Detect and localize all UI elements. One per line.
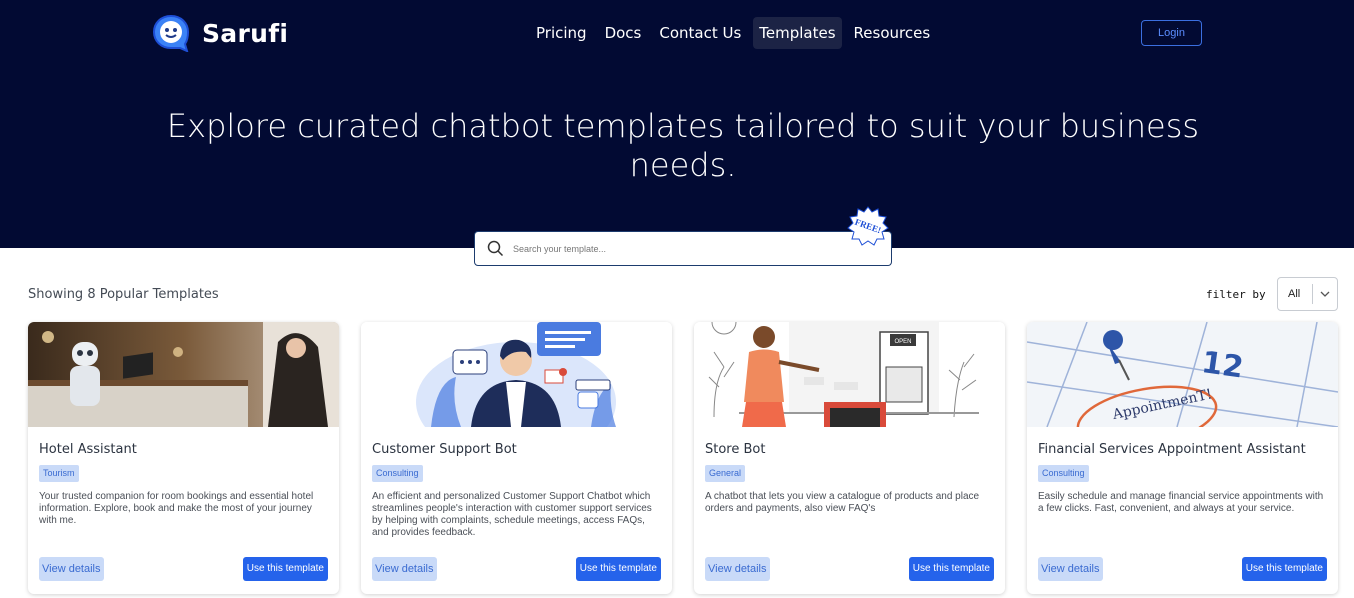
showing-count-text: Showing 8 Popular Templates [28,287,219,302]
card-tag: Consulting [372,465,423,482]
hero-headline: Explore curated chatbot templates tailor… [166,107,1200,184]
card-title: Financial Services Appointment Assistant [1038,442,1306,457]
view-details-button[interactable]: View details [1038,557,1103,581]
card-title: Store Bot [705,442,766,457]
search-icon [487,240,504,257]
card-title: Hotel Assistant [39,442,137,457]
template-card-financial-services[interactable]: 12 AppointmenT! Financial Services Appoi… [1027,322,1338,594]
card-tag: Consulting [1038,465,1089,482]
card-description: Easily schedule and manage financial ser… [1038,491,1324,514]
brand-logo[interactable]: Sarufi [152,14,288,52]
filter-select[interactable]: All [1277,277,1338,311]
main-nav: Pricing Docs Contact Us Templates Resour… [530,17,936,49]
use-template-button[interactable]: Use this template [908,557,994,581]
card-tag: Tourism [39,465,79,482]
free-badge-icon: FREE! [847,206,889,246]
use-template-button[interactable]: Use this template [242,557,328,581]
filter-value: All [1288,288,1301,300]
filter-label: filter by [1206,288,1266,301]
card-description: Your trusted companion for room bookings… [39,491,314,526]
search-box[interactable] [474,231,892,266]
template-card-hotel[interactable]: Hotel Assistant Tourism Your trusted com… [28,322,339,594]
view-details-button[interactable]: View details [372,557,437,581]
card-description: An efficient and personalized Customer S… [372,491,652,538]
use-template-button[interactable]: Use this template [575,557,661,581]
nav-resources[interactable]: Resources [848,17,937,49]
use-template-button[interactable]: Use this template [1241,557,1327,581]
card-description: A chatbot that lets you view a catalogue… [705,491,980,514]
card-image-financial-services: 12 AppointmenT! [1027,322,1338,427]
template-card-customer-support[interactable]: Customer Support Bot Consulting An effic… [361,322,672,594]
search-input[interactable] [513,232,873,265]
card-title: Customer Support Bot [372,442,517,457]
chatbot-logo-icon [152,14,190,52]
card-tag: General [705,465,746,482]
card-image-store-bot: OPEN [694,322,1005,427]
card-image-hotel [28,322,339,427]
chevron-down-icon [1313,291,1337,297]
calendar-day-number: 12 [1199,345,1245,385]
store-open-sign: OPEN [894,339,911,345]
view-details-button[interactable]: View details [705,557,770,581]
card-image-customer-support [361,322,672,427]
template-card-store-bot[interactable]: OPEN Store Bot General A chatbot that le… [694,322,1005,594]
nav-contact-us[interactable]: Contact Us [653,17,747,49]
login-button[interactable]: Login [1141,20,1202,46]
brand-name: Sarufi [202,18,289,48]
nav-docs[interactable]: Docs [599,17,648,49]
view-details-button[interactable]: View details [39,557,104,581]
nav-pricing[interactable]: Pricing [530,17,593,49]
nav-templates[interactable]: Templates [753,17,842,49]
hero-section: Sarufi Pricing Docs Contact Us Templates… [0,0,1354,248]
